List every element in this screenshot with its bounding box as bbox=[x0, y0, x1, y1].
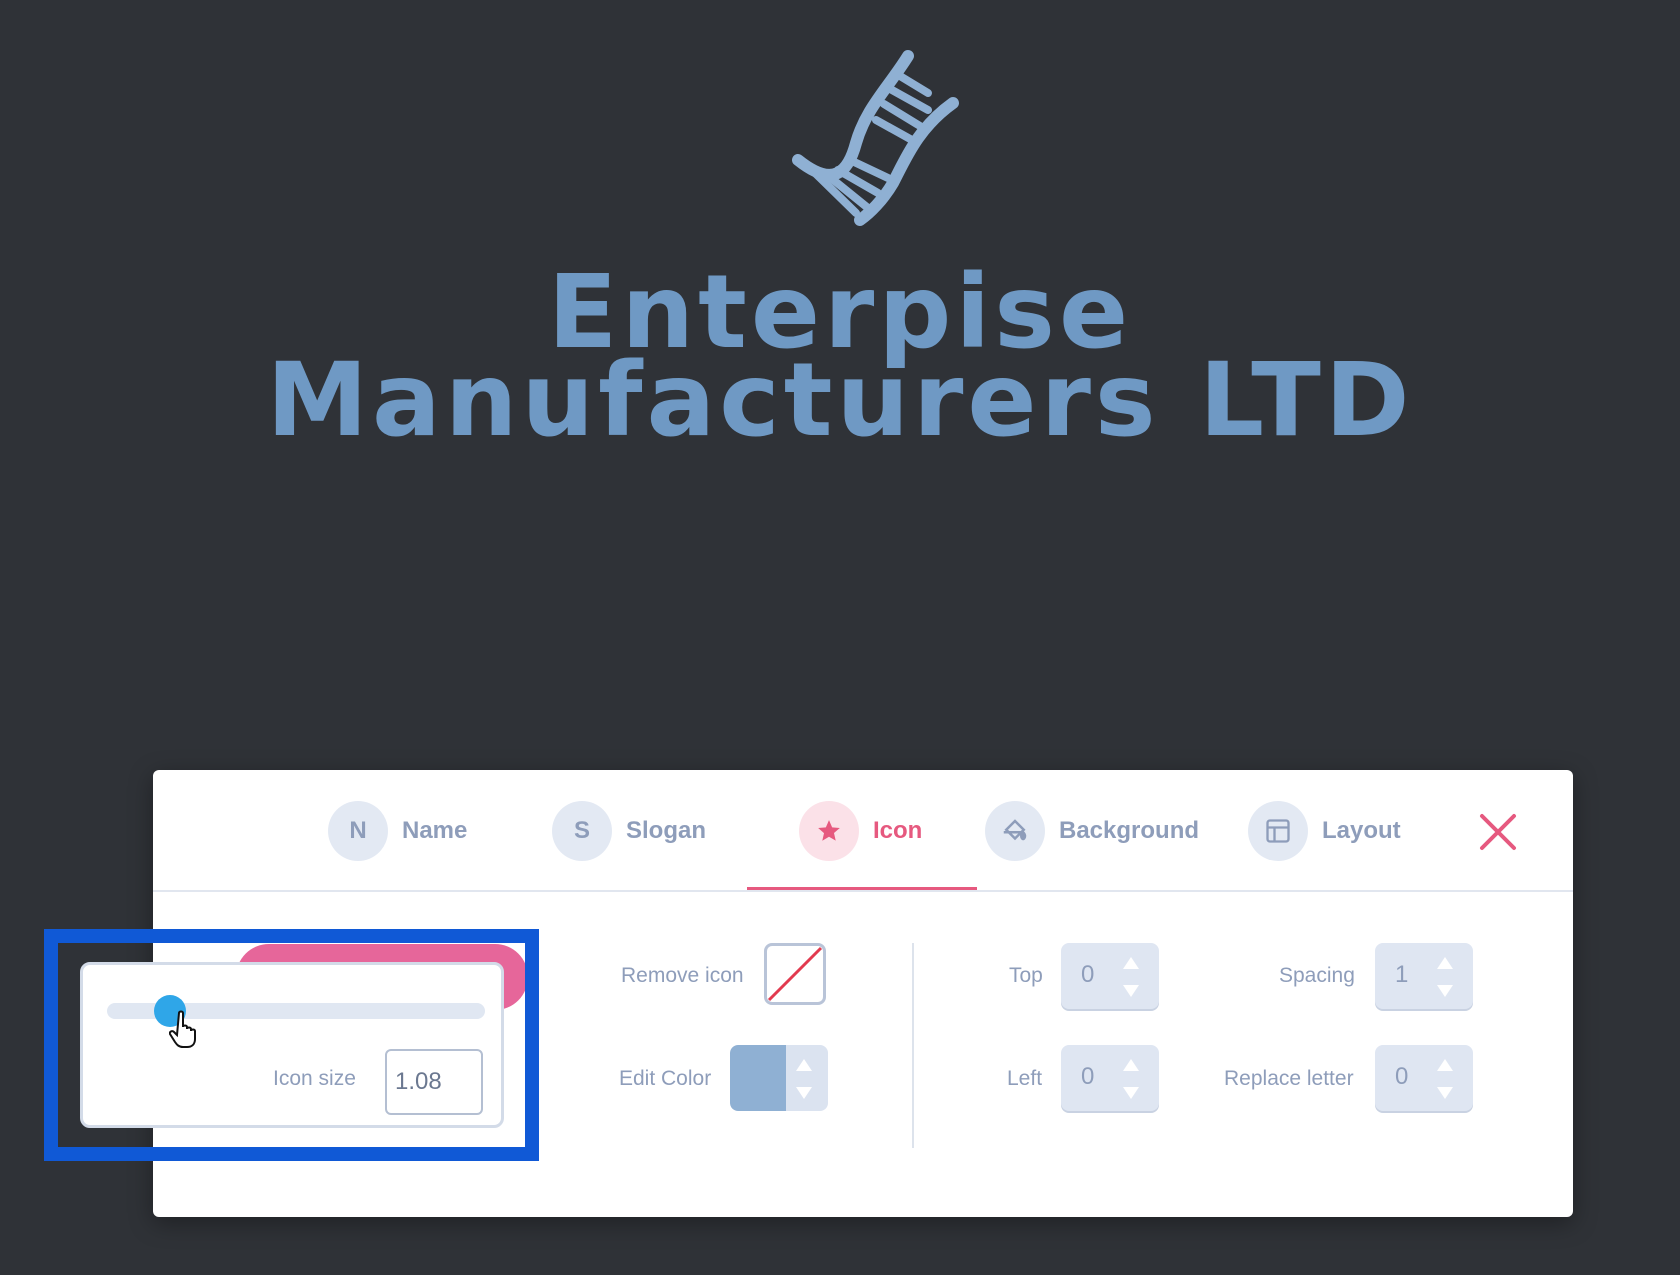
hand-cursor-icon bbox=[169, 1010, 196, 1048]
tab-name-label: Name bbox=[402, 817, 468, 844]
replace-letter-stepper[interactable]: 0 bbox=[1375, 1045, 1473, 1111]
tab-icon-label: Icon bbox=[873, 817, 923, 844]
tab-bar: N Name S Slogan Icon Background Layout bbox=[153, 770, 1573, 892]
spacing-stepper[interactable]: 1 bbox=[1375, 943, 1473, 1009]
replace-letter-value: 0 bbox=[1395, 1063, 1409, 1090]
star-icon bbox=[799, 801, 859, 861]
tab-layout[interactable]: Layout bbox=[1248, 800, 1401, 862]
stepper-arrows-icon[interactable] bbox=[1121, 955, 1141, 999]
remove-icon-label: Remove icon bbox=[621, 964, 744, 987]
stepper-arrows-icon[interactable] bbox=[1435, 955, 1455, 999]
icon-size-label: Icon size bbox=[273, 1067, 356, 1090]
tab-slogan-label: Slogan bbox=[626, 817, 707, 844]
tab-icon[interactable]: Icon bbox=[799, 800, 922, 862]
tab-slogan[interactable]: S Slogan bbox=[552, 800, 706, 862]
remove-icon-button[interactable] bbox=[764, 943, 826, 1005]
left-label: Left bbox=[1007, 1067, 1043, 1090]
slogan-letter-icon: S bbox=[552, 801, 612, 861]
logo-name-line-2: Manufacturers LTD bbox=[266, 341, 1414, 460]
spacing-value: 1 bbox=[1395, 961, 1409, 988]
paint-bucket-icon bbox=[985, 801, 1045, 861]
left-stepper[interactable]: 0 bbox=[1061, 1045, 1159, 1111]
tab-background-label: Background bbox=[1059, 817, 1200, 844]
tab-background[interactable]: Background bbox=[985, 800, 1199, 862]
tab-layout-label: Layout bbox=[1322, 817, 1401, 844]
icon-color-swatch bbox=[730, 1045, 786, 1111]
top-stepper[interactable]: 0 bbox=[1061, 943, 1159, 1009]
top-value: 0 bbox=[1081, 961, 1095, 988]
close-icon[interactable] bbox=[1478, 812, 1518, 852]
active-tab-underline bbox=[747, 887, 977, 890]
replace-letter-label: Replace letter bbox=[1224, 1067, 1354, 1090]
dna-logo-icon bbox=[792, 50, 959, 226]
stepper-arrows-icon[interactable] bbox=[1121, 1057, 1141, 1101]
settings-divider bbox=[912, 943, 914, 1148]
edit-color-picker[interactable] bbox=[730, 1045, 828, 1111]
no-icon-slash-icon bbox=[767, 946, 823, 1002]
edit-color-label: Edit Color bbox=[619, 1067, 712, 1090]
icon-size-popover: Icon size bbox=[80, 962, 504, 1128]
name-letter-icon: N bbox=[328, 801, 388, 861]
spacing-label: Spacing bbox=[1279, 964, 1355, 987]
color-stepper-arrows-icon bbox=[796, 1059, 812, 1099]
icon-size-input[interactable] bbox=[385, 1049, 483, 1115]
top-label: Top bbox=[1009, 964, 1043, 987]
layout-icon bbox=[1248, 801, 1308, 861]
tab-name[interactable]: N Name bbox=[328, 800, 467, 862]
left-value: 0 bbox=[1081, 1063, 1095, 1090]
stepper-arrows-icon[interactable] bbox=[1435, 1057, 1455, 1101]
